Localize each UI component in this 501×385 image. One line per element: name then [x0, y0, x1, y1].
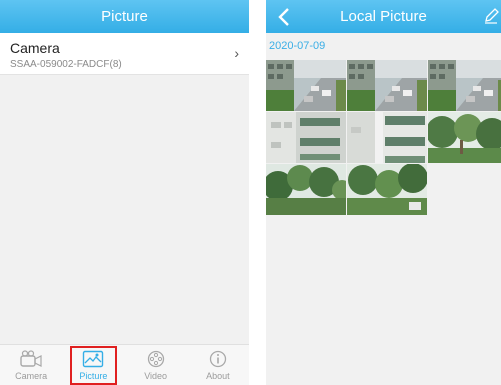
photo-thumbnail[interactable] [428, 60, 501, 111]
photo-thumbnail[interactable] [266, 164, 346, 215]
tab-camera[interactable]: Camera [0, 345, 62, 385]
edit-pencil-icon[interactable] [483, 8, 499, 24]
building-wall-photo [347, 112, 427, 163]
tab-picture[interactable]: Picture [62, 345, 124, 385]
parking-lot-photo [347, 60, 427, 111]
page-title: Local Picture [340, 8, 427, 25]
chevron-right-icon: › [234, 45, 239, 61]
video-icon [147, 350, 164, 368]
device-id: SSAA-059002-FADCF(8) [10, 59, 122, 70]
photo-thumbnail[interactable] [347, 60, 427, 111]
parking-lot-photo [266, 60, 346, 111]
photo-thumbnail[interactable] [347, 164, 427, 215]
tab-about[interactable]: About [187, 345, 249, 385]
tab-label: About [206, 371, 230, 381]
back-arrow-icon[interactable] [276, 7, 294, 27]
camera-icon [20, 350, 42, 367]
tab-label: Picture [79, 371, 108, 381]
local-picture-screen: Local Picture 2020-07-09 [266, 0, 501, 385]
building-wall-photo [266, 112, 346, 163]
trees-photo [428, 112, 501, 163]
title-bar: Local Picture [266, 0, 501, 33]
parking-lot-photo [428, 60, 501, 111]
tab-video[interactable]: Video [125, 345, 187, 385]
trees-photo [266, 164, 346, 215]
photo-thumbnail[interactable] [347, 112, 427, 163]
device-list-item[interactable]: Camera SSAA-059002-FADCF(8) › [0, 33, 249, 75]
date-group-header: 2020-07-09 [269, 40, 326, 52]
info-icon [209, 350, 227, 368]
bottom-tab-bar: Camera Picture Video About [0, 344, 249, 385]
tab-label: Camera [15, 371, 48, 381]
photo-thumbnail[interactable] [266, 112, 346, 163]
photo-thumbnail[interactable] [428, 112, 501, 163]
picture-screen: Picture Camera SSAA-059002-FADCF(8) › Ca… [0, 0, 249, 385]
tab-label: Video [144, 371, 168, 381]
device-name: Camera [10, 40, 60, 56]
title-bar: Picture [0, 0, 249, 33]
photo-thumbnail[interactable] [266, 60, 346, 111]
picture-icon [83, 350, 104, 368]
trees-photo [347, 164, 427, 215]
page-title: Picture [101, 8, 148, 25]
